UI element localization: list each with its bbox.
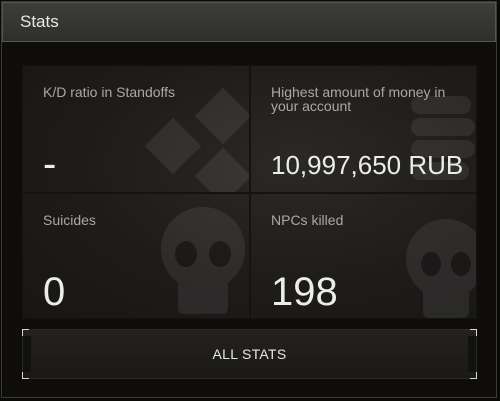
button-side-tab bbox=[23, 336, 31, 372]
kd-ratio-value: - bbox=[43, 142, 57, 186]
stat-card-highest-money: Highest amount of money in your account … bbox=[250, 65, 477, 193]
button-side-tab bbox=[468, 336, 476, 372]
button-corner bbox=[470, 372, 477, 379]
stat-card-suicides: Suicides 0 bbox=[22, 193, 250, 319]
stat-card-kd-ratio: K/D ratio in Standoffs - bbox=[22, 65, 250, 193]
skull-icon bbox=[406, 219, 476, 318]
button-corner bbox=[22, 329, 29, 336]
button-corner bbox=[22, 372, 29, 379]
kd-ratio-label: K/D ratio in Standoffs bbox=[43, 84, 176, 100]
highest-money-value: 10,997,650 RUB bbox=[271, 150, 464, 180]
panel-title: Stats bbox=[20, 12, 59, 31]
panel-header: Stats bbox=[2, 2, 496, 42]
all-stats-button[interactable]: ALL STATS bbox=[22, 329, 477, 379]
suicides-label: Suicides bbox=[43, 212, 96, 228]
all-stats-label: ALL STATS bbox=[212, 346, 287, 362]
stats-grid: K/D ratio in Standoffs - Highest amount … bbox=[22, 65, 477, 319]
highest-money-label: Highest amount of money in your account bbox=[271, 84, 446, 114]
suicides-value: 0 bbox=[43, 270, 66, 314]
npcs-killed-label: NPCs killed bbox=[271, 212, 344, 228]
stat-card-npcs-killed: NPCs killed 198 bbox=[250, 193, 477, 319]
diamond-pattern-icon bbox=[144, 87, 249, 192]
npcs-killed-value: 198 bbox=[271, 270, 338, 314]
button-corner bbox=[470, 329, 477, 336]
